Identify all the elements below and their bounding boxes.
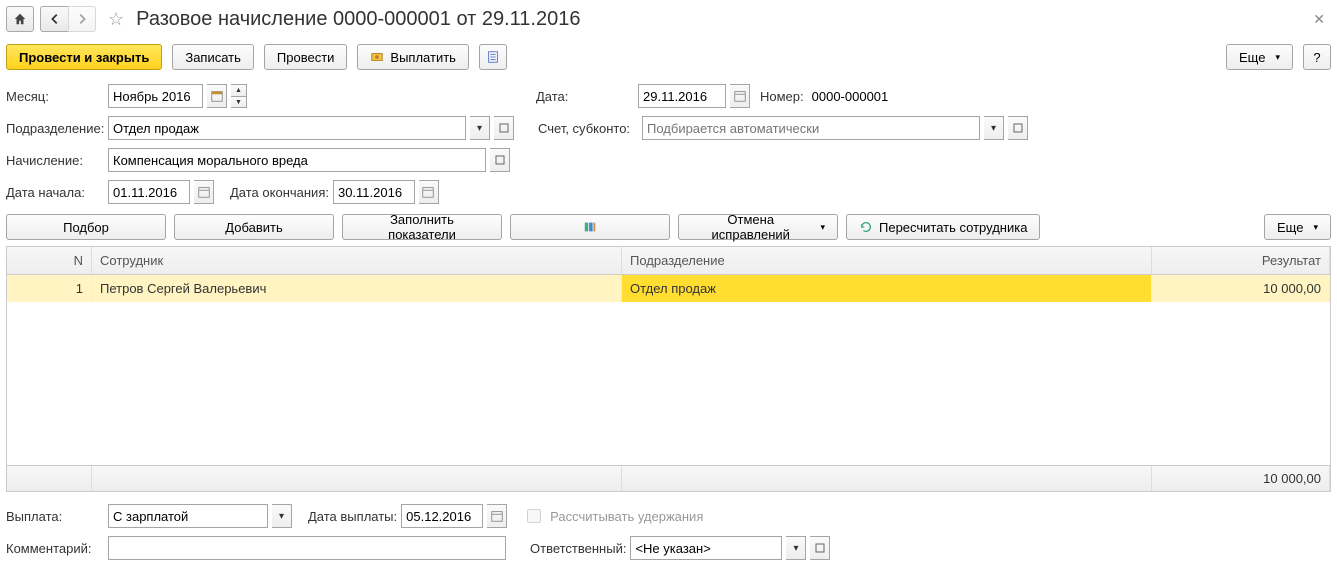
cell-employee: Петров Сергей Валерьевич (92, 275, 622, 302)
account-dropdown-button[interactable]: ▾ (984, 116, 1004, 140)
write-button[interactable]: Записать (172, 44, 254, 70)
table-columns-icon (583, 220, 597, 234)
open-icon (1013, 123, 1023, 133)
month-down-button[interactable]: ▼ (231, 96, 247, 108)
pay-date-label: Дата выплаты: (308, 509, 397, 524)
calc-hold-label: Рассчитывать удержания (550, 509, 703, 524)
fill-indicators-button[interactable]: Заполнить показатели (342, 214, 502, 240)
columns-setup-button[interactable] (510, 214, 670, 240)
footer-total: 10 000,00 (1152, 466, 1330, 491)
forward-button[interactable] (68, 6, 96, 32)
help-button[interactable]: ? (1303, 44, 1331, 70)
open-icon (815, 543, 825, 553)
table-more-button[interactable]: Еще (1264, 214, 1331, 240)
number-field[interactable] (808, 84, 918, 108)
add-button[interactable]: Добавить (174, 214, 334, 240)
comment-label: Комментарий: (6, 541, 104, 556)
page-title: Разовое начисление 0000-000001 от 29.11.… (136, 8, 1301, 31)
date-calendar-button[interactable] (730, 84, 750, 108)
month-up-button[interactable]: ▲ (231, 84, 247, 96)
month-field[interactable] (108, 84, 203, 108)
responsible-dropdown-button[interactable]: ▾ (786, 536, 806, 560)
payment-dropdown-button[interactable]: ▾ (272, 504, 292, 528)
recalculate-label: Пересчитать сотрудника (879, 220, 1027, 235)
pay-date-calendar-button[interactable] (487, 504, 507, 528)
footer-n (7, 466, 92, 491)
month-calendar-button[interactable] (207, 84, 227, 108)
department-open-button[interactable] (494, 116, 514, 140)
post-button[interactable]: Провести (264, 44, 348, 70)
payment-label: Выплата: (6, 509, 104, 524)
accrual-open-button[interactable] (490, 148, 510, 172)
more-button[interactable]: Еще (1226, 44, 1293, 70)
pay-date-field[interactable] (401, 504, 483, 528)
open-icon (499, 123, 509, 133)
end-date-calendar-button[interactable] (419, 180, 439, 204)
calc-hold-checkbox (527, 509, 541, 523)
responsible-label: Ответственный: (530, 541, 626, 556)
arrow-left-icon (48, 12, 62, 26)
open-icon (495, 155, 505, 165)
comment-field[interactable] (108, 536, 506, 560)
cancel-corrections-label: Отмена исправлений (691, 212, 810, 242)
department-label: Подразделение: (6, 121, 104, 136)
department-field[interactable] (108, 116, 466, 140)
number-label: Номер: (760, 89, 804, 104)
col-header-result[interactable]: Результат (1152, 247, 1330, 274)
cell-result: 10 000,00 (1152, 275, 1330, 302)
arrow-right-icon (75, 12, 89, 26)
favorite-star-icon[interactable]: ☆ (108, 9, 124, 30)
date-label: Дата: (536, 89, 596, 104)
refresh-icon (859, 220, 873, 234)
col-header-department[interactable]: Подразделение (622, 247, 1152, 274)
close-button[interactable]: ✕ (1307, 11, 1331, 28)
home-icon (13, 12, 27, 26)
responsible-open-button[interactable] (810, 536, 830, 560)
account-open-button[interactable] (1008, 116, 1028, 140)
end-date-label: Дата окончания: (230, 185, 329, 200)
start-date-field[interactable] (108, 180, 190, 204)
table-row[interactable]: 1 Петров Сергей Валерьевич Отдел продаж … (7, 275, 1330, 302)
accrual-field[interactable] (108, 148, 486, 172)
calendar-icon (421, 185, 435, 199)
post-and-close-button[interactable]: Провести и закрыть (6, 44, 162, 70)
report-button[interactable] (479, 44, 507, 70)
footer-employee (92, 466, 622, 491)
recalculate-button[interactable]: Пересчитать сотрудника (846, 214, 1040, 240)
pay-button[interactable]: Выплатить (357, 44, 469, 70)
cancel-corrections-button[interactable]: Отмена исправлений (678, 214, 838, 240)
home-button[interactable] (6, 6, 34, 32)
col-header-employee[interactable]: Сотрудник (92, 247, 622, 274)
payment-field[interactable] (108, 504, 268, 528)
cell-department: Отдел продаж (622, 275, 1152, 302)
accrual-label: Начисление: (6, 153, 104, 168)
calendar-icon (197, 185, 211, 199)
start-date-label: Дата начала: (6, 185, 104, 200)
date-field[interactable] (638, 84, 726, 108)
back-button[interactable] (40, 6, 68, 32)
footer-department (622, 466, 1152, 491)
calendar-icon (733, 89, 747, 103)
department-dropdown-button[interactable]: ▾ (470, 116, 490, 140)
employees-grid[interactable]: N Сотрудник Подразделение Результат 1 Пе… (6, 246, 1331, 492)
account-label: Счет, субконто: (538, 121, 638, 136)
calendar-icon (490, 509, 504, 523)
money-icon (370, 50, 384, 64)
month-label: Месяц: (6, 89, 104, 104)
end-date-field[interactable] (333, 180, 415, 204)
cell-n: 1 (7, 275, 92, 302)
list-icon (486, 50, 500, 64)
col-header-n[interactable]: N (7, 247, 92, 274)
pay-button-label: Выплатить (390, 50, 456, 65)
start-date-calendar-button[interactable] (194, 180, 214, 204)
responsible-field[interactable] (630, 536, 782, 560)
calendar-icon (210, 89, 224, 103)
selection-button[interactable]: Подбор (6, 214, 166, 240)
account-field[interactable] (642, 116, 980, 140)
